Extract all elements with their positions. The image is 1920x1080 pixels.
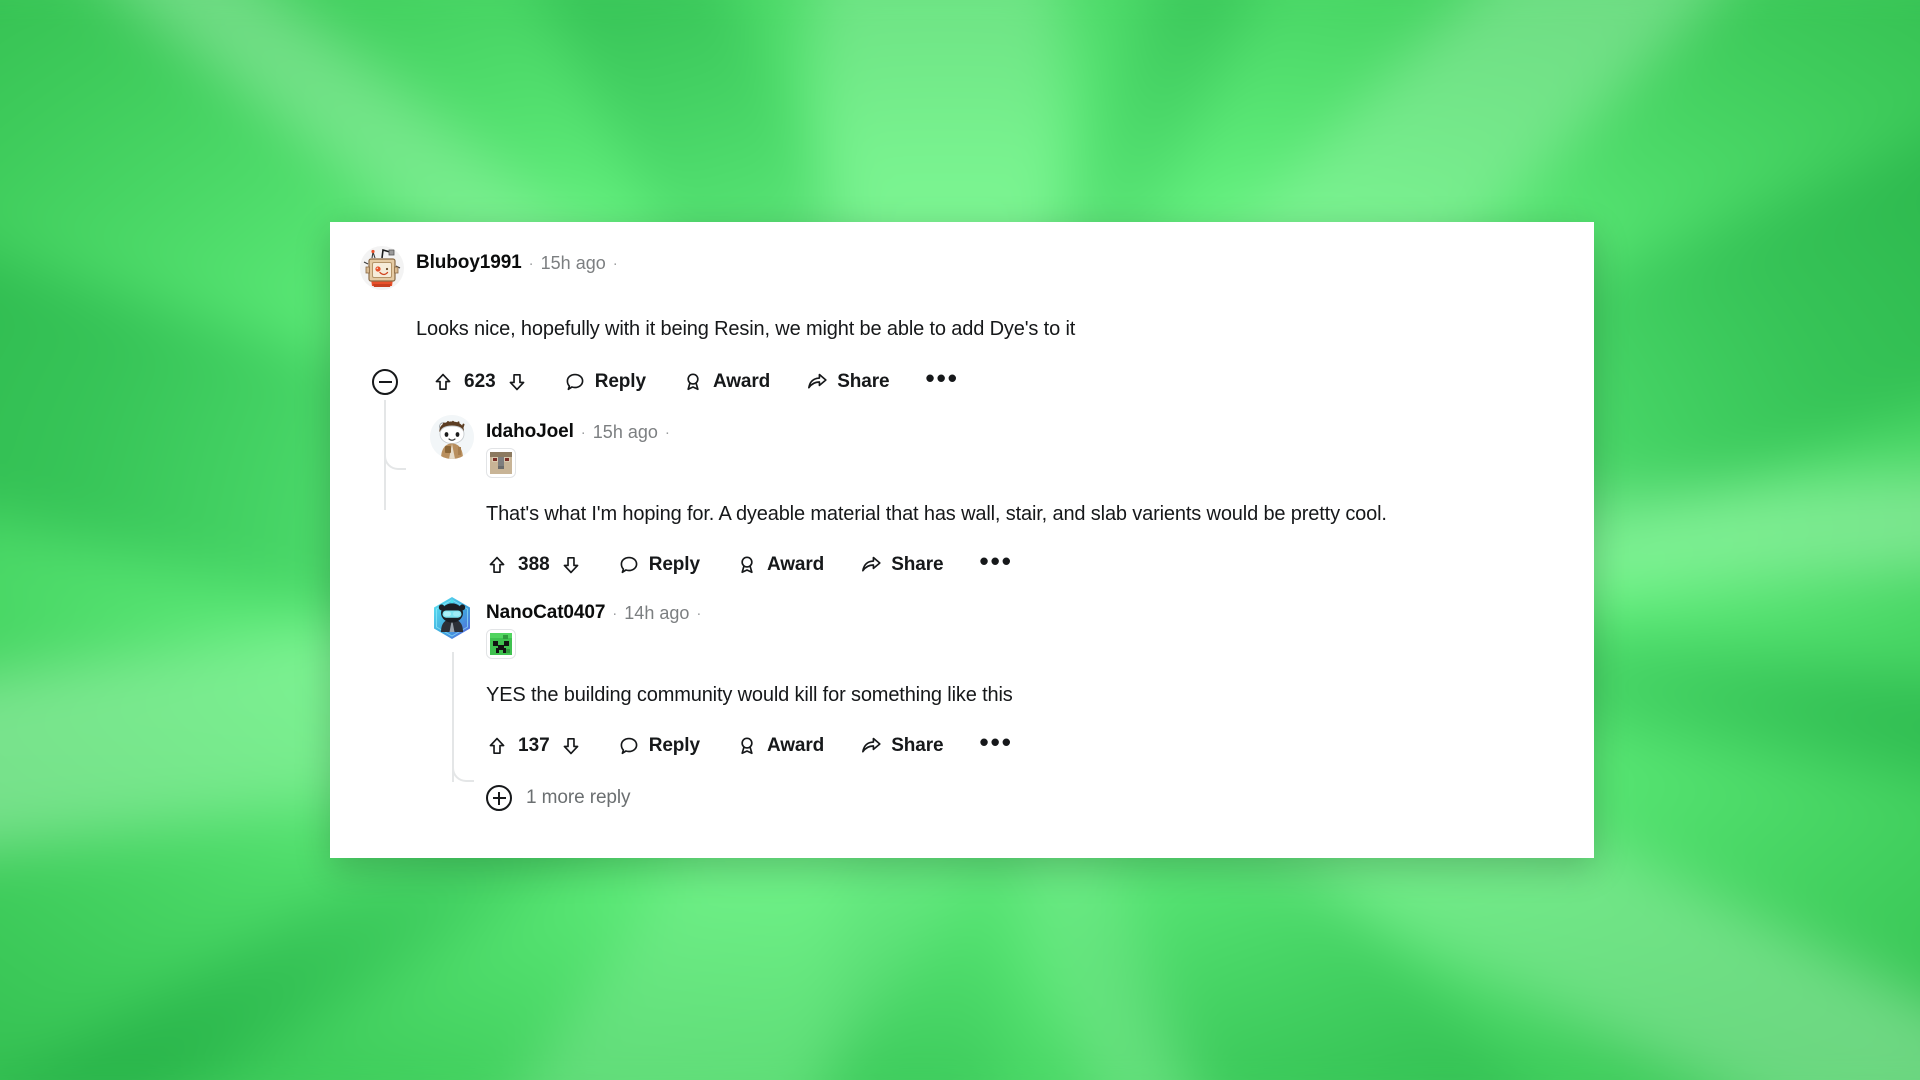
comment-card: Bluboy1991 · 15h ago · Looks nice, hopef… [330,222,1594,858]
comment-header: NanoCat0407 · 14h ago · [430,596,1594,660]
meta-separator-dot: · [612,604,618,622]
award-label: Award [712,371,771,392]
award-ribbon-icon [741,737,753,755]
comment-score: 137 [518,735,550,756]
award-button[interactable]: Award [736,731,824,761]
thread-curve-root [384,444,406,470]
downvote-button[interactable] [560,735,582,757]
comment-thread-reply-2: NanoCat0407 · 14h ago · YES the building… [430,596,1594,811]
share-arrow-icon [808,373,827,389]
share-button[interactable]: Share [806,367,890,397]
share-label: Share [891,554,944,575]
more-replies-row[interactable]: 1 more reply [486,785,1594,811]
share-label: Share [837,371,890,392]
minecraft-villager-face-icon [490,452,512,474]
arrow-up-icon [489,556,505,573]
snoo-cardboard-box-robot-icon [363,248,401,287]
reply-button[interactable]: Reply [618,731,700,761]
comment-thread-root: Bluboy1991 · 15h ago · Looks nice, hopef… [330,246,1594,811]
comment-bubble-icon [620,556,638,574]
vote-group: 137 [486,735,582,757]
downvote-button[interactable] [560,554,582,576]
upvote-button[interactable] [432,371,454,393]
arrow-down-icon [563,738,579,755]
comment-meta: Bluboy1991 · 15h ago · [416,246,618,274]
comment-header: Bluboy1991 · 15h ago · [360,246,1594,290]
share-arrow-icon [862,737,881,753]
comment-username[interactable]: Bluboy1991 [416,252,522,274]
comment-header: IdahoJoel · 15h ago · [430,415,1594,479]
downvote-button[interactable] [506,371,528,393]
comment-bubble-icon [566,373,584,391]
more-replies-label: 1 more reply [526,787,631,808]
share-label: Share [891,735,944,756]
comment-body: YES the building community would kill fo… [486,684,1013,706]
share-arrow-icon [862,556,881,572]
comment-score: 623 [464,371,496,392]
upvote-button[interactable] [486,735,508,757]
plus-circle-icon[interactable] [486,785,512,811]
avatar[interactable] [430,596,474,640]
comment-timestamp: 15h ago [592,421,658,442]
award-button[interactable]: Award [682,367,770,397]
user-flair[interactable] [486,448,516,478]
award-label: Award [766,735,825,756]
comment-body: That's what I'm hoping for. A dyeable ma… [486,503,1387,525]
share-button[interactable]: Share [860,550,944,580]
avatar[interactable] [360,246,404,290]
comment-timestamp: 14h ago [624,602,690,623]
comment-meta: IdahoJoel · 15h ago · [486,415,670,479]
meta-separator-dot-2: · [664,423,670,441]
award-ribbon-icon [741,556,753,574]
comment-bubble-icon [620,737,638,755]
collapse-comment-button[interactable] [372,369,398,395]
award-label: Award [766,554,825,575]
comment-username[interactable]: NanoCat0407 [486,602,605,624]
arrow-up-icon [435,373,451,390]
meta-separator-dot-2: · [612,254,618,272]
comment-score: 388 [518,554,550,575]
vote-group: 388 [486,554,582,576]
comment-username[interactable]: IdahoJoel [486,421,574,443]
arrow-up-icon [489,737,505,754]
award-ribbon-icon [687,373,699,391]
snoo-nft-hex-dark-cyan-visor-icon [434,597,470,639]
comment-actions: 137 Reply Award Share ••• [486,729,1594,761]
meta-separator-dot: · [580,423,586,441]
overflow-menu-button[interactable]: ••• [980,548,1013,576]
reply-button[interactable]: Reply [618,550,700,580]
meta-separator-dot: · [528,254,534,272]
comment-body: Looks nice, hopefully with it being Resi… [416,318,1076,340]
minecraft-creeper-face-icon [490,633,512,655]
overflow-menu-button[interactable]: ••• [980,729,1013,757]
thread-curve-reply-2 [452,756,474,782]
reply-label: Reply [648,554,700,575]
comment-timestamp: 15h ago [540,252,606,273]
comment-thread-reply-1: IdahoJoel · 15h ago · That's what I'm ho… [430,415,1594,580]
upvote-button[interactable] [486,554,508,576]
user-flair[interactable] [486,629,516,659]
share-button[interactable]: Share [860,731,944,761]
vote-group: 623 [432,371,528,393]
overflow-menu-button[interactable]: ••• [926,365,959,393]
reply-label: Reply [648,735,700,756]
award-button[interactable]: Award [736,550,824,580]
comment-actions: 388 Reply Award Share ••• [486,548,1594,580]
arrow-down-icon [563,557,579,574]
reply-button[interactable]: Reply [564,367,646,397]
avatar[interactable] [430,415,474,459]
reply-label: Reply [594,371,646,392]
comment-meta: NanoCat0407 · 14h ago · [486,596,701,660]
comment-actions: 623 Reply Award Share ••• [372,365,1594,397]
meta-separator-dot-2: · [696,604,702,622]
arrow-down-icon [509,374,525,391]
snoo-brown-hair-tan-jacket-icon [430,415,474,459]
